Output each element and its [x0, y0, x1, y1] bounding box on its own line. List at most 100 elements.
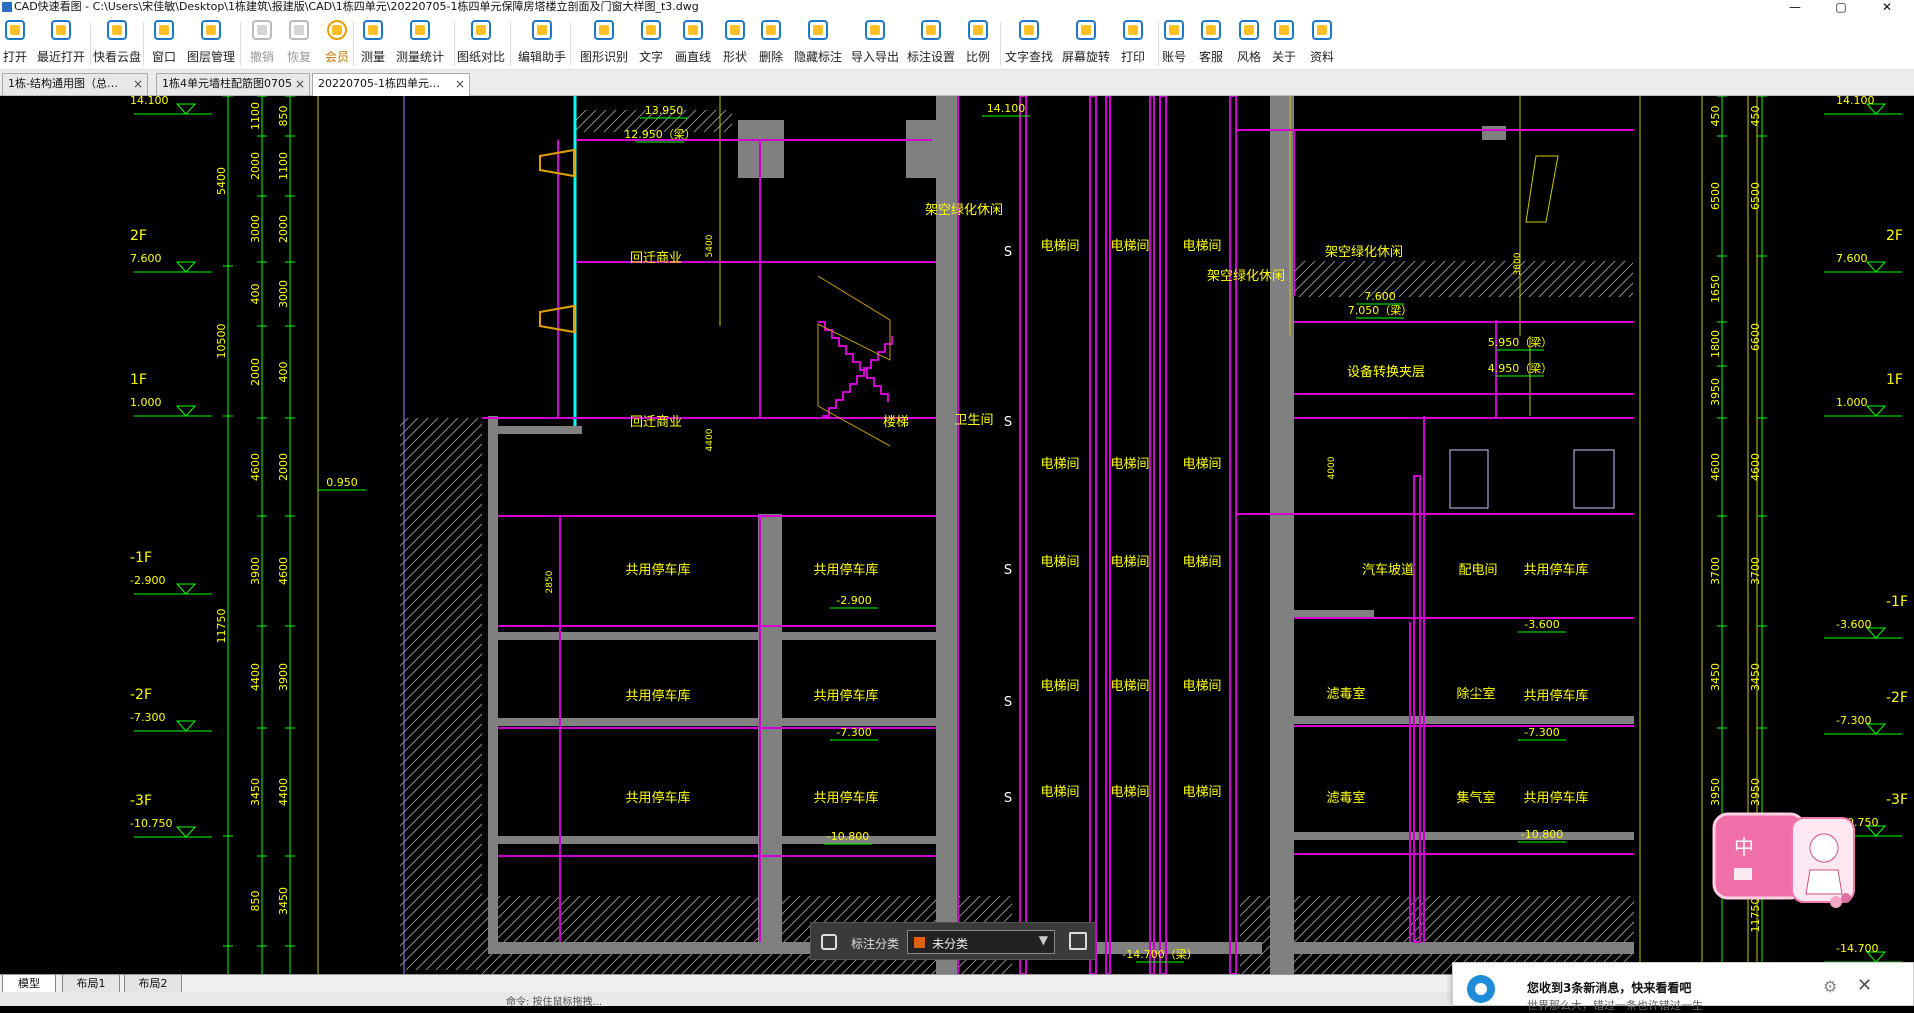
floor-slab — [1294, 832, 1634, 840]
resources-button[interactable]: 资料 — [1292, 20, 1352, 68]
room-label: 电梯间 — [1182, 239, 1221, 254]
layout-tab-1[interactable]: 布局1 — [62, 975, 120, 993]
room-label: 电梯间 — [1040, 239, 1079, 254]
drawing-canvas[interactable]: 14.100 2F 7.600 1F 1.000 -1F -2.900 -2F -7.300 -3… — [0, 96, 1914, 974]
room-label: 电梯间 — [1040, 679, 1079, 694]
room-label: 共用停车库 — [813, 562, 878, 578]
dimension-text: 2000 — [277, 215, 290, 243]
edit-helper-button[interactable]: 编辑助手 — [512, 20, 572, 68]
recent-button[interactable]: 最近打开 — [31, 20, 91, 68]
room-label: 共用停车库 — [1523, 790, 1588, 806]
room-label: 共用停车库 — [625, 688, 690, 704]
scale-icon — [968, 20, 988, 40]
tab-label: 1栋-结构通用图（总… — [8, 77, 118, 90]
dimension-text: 2000 — [249, 358, 262, 386]
room-label: 设备转换夹层 — [1347, 364, 1425, 380]
close-icon[interactable]: ✕ — [1857, 975, 1872, 996]
hide-annotation-icon — [808, 20, 828, 40]
cad-drawing[interactable]: 14.100 2F 7.600 1F 1.000 -1F -2.900 -2F -7.300 -3… — [0, 96, 1914, 974]
grid-icon[interactable] — [821, 934, 837, 950]
layout-tab-model[interactable]: 模型 — [2, 975, 56, 993]
measure-icon — [363, 20, 383, 40]
edit-icon[interactable] — [1069, 932, 1087, 950]
chevron-down-icon: ▼ — [1038, 933, 1048, 947]
elevation-marker — [1865, 261, 1887, 273]
dimension-text: 400 — [249, 284, 262, 305]
room-label: 电梯间 — [1110, 679, 1149, 694]
dimension-text: 3450 — [1709, 663, 1722, 691]
layout-tab-2[interactable]: 布局2 — [124, 975, 182, 993]
tab-structure[interactable]: 1栋-结构通用图（总… × — [2, 73, 148, 95]
sticker-text: 中 — [1734, 835, 1754, 859]
dimension-text: 850 — [277, 106, 290, 127]
elevation-marker — [175, 103, 197, 115]
floor-elevation: 7.600 — [1836, 252, 1868, 265]
text-search-button[interactable]: 文字查找 — [999, 20, 1059, 68]
dimension-text: 4600 — [1709, 453, 1722, 481]
annotation-category-select[interactable]: 未分类 ▼ — [907, 930, 1055, 954]
floor-elevation: 1.000 — [1836, 396, 1868, 409]
tab-close-icon[interactable]: × — [133, 74, 143, 94]
room-label: 回迁商业 — [630, 251, 682, 266]
main-toolbar: 打开 最近打开 快看云盘 窗口 图层管理 撤销 恢复 会员 测量 测量统计 图纸对比 编辑助手 图形识别… — [0, 14, 1914, 70]
tab-close-icon[interactable]: × — [295, 74, 305, 94]
room-label: S — [1004, 695, 1012, 710]
room-label: 电梯间 — [1182, 555, 1221, 570]
inner-dimension: 3800 — [1513, 252, 1523, 275]
floor-slab — [1294, 610, 1374, 618]
floor-slab — [1294, 716, 1634, 724]
elevation-marker — [1865, 405, 1887, 417]
tab-close-icon[interactable]: × — [455, 74, 465, 94]
dimension-text: 4600 — [249, 453, 262, 481]
import-export-button[interactable]: 导入导出 — [845, 20, 905, 68]
close-window-button[interactable]: ✕ — [1864, 0, 1910, 14]
toolbar-label: 隐藏标注 — [793, 50, 842, 64]
tab-elevation-section[interactable]: 20220705-1栋四单元… × — [312, 73, 470, 96]
room-label: 架空绿化休闲 — [925, 203, 1003, 218]
core-wall — [936, 96, 958, 974]
dimension-text: 850 — [249, 891, 262, 912]
room-label: 共用停车库 — [1523, 688, 1588, 704]
notification-subtitle: 世界那么大，错过一条也许错过一生 — [1527, 999, 1703, 1012]
hide-annotation-button[interactable]: 隐藏标注 — [788, 20, 848, 68]
room-label: 配电间 — [1458, 563, 1497, 578]
room-label: 滤毒室 — [1326, 686, 1365, 702]
tab-column-reinforcement[interactable]: 1栋4单元墙柱配筋图0705 × — [156, 73, 310, 95]
door — [1573, 449, 1615, 509]
desktop-sticker[interactable]: 中 — [1712, 812, 1862, 912]
elevation-label: 12.950（梁） — [624, 127, 696, 141]
elevation-label: 7.050（梁） — [1348, 303, 1413, 317]
notification-title[interactable]: 您收到3条新消息，快来看看吧 — [1527, 979, 1691, 996]
toolbar-label: 导入导出 — [850, 50, 899, 64]
gear-icon[interactable]: ⚙ — [1823, 977, 1837, 996]
cloud-icon — [107, 20, 127, 40]
shaft-wall — [1413, 475, 1421, 943]
room-label: S — [1004, 791, 1012, 806]
measure-stats-button[interactable]: 测量统计 — [390, 20, 450, 68]
tab-label: 20220705-1栋四单元… — [318, 77, 440, 90]
room-label: 回迁商业 — [630, 415, 682, 430]
text-search-icon — [1019, 20, 1039, 40]
stair-flight — [818, 321, 889, 402]
compare-button[interactable]: 图纸对比 — [451, 20, 511, 68]
dimension-text: 1100 — [249, 102, 262, 130]
room-label: 共用停车库 — [625, 562, 690, 578]
room-label: 汽车坡道 — [1362, 562, 1414, 578]
floor-elevation: -7.300 — [1836, 714, 1871, 727]
shaft-wall — [1089, 96, 1097, 974]
maximize-button[interactable]: ▢ — [1818, 0, 1864, 14]
room-label: S — [1004, 245, 1012, 260]
import-export-icon — [865, 20, 885, 40]
dimension-text: 2000 — [249, 152, 262, 180]
floor-slab — [498, 836, 938, 844]
dimension-text: 2000 — [277, 453, 290, 481]
toolbar-label: 编辑助手 — [517, 50, 566, 64]
room-label: 滤毒室 — [1326, 790, 1365, 806]
floor-name: 1F — [1886, 372, 1903, 388]
elevation-label: 0.950 — [326, 476, 358, 489]
measure-stats-icon — [410, 20, 430, 40]
minimize-button[interactable]: — — [1772, 0, 1818, 14]
canopy — [1525, 155, 1559, 223]
elevation-marker — [175, 405, 197, 417]
floor-elevation: -14.700 — [1836, 942, 1878, 955]
